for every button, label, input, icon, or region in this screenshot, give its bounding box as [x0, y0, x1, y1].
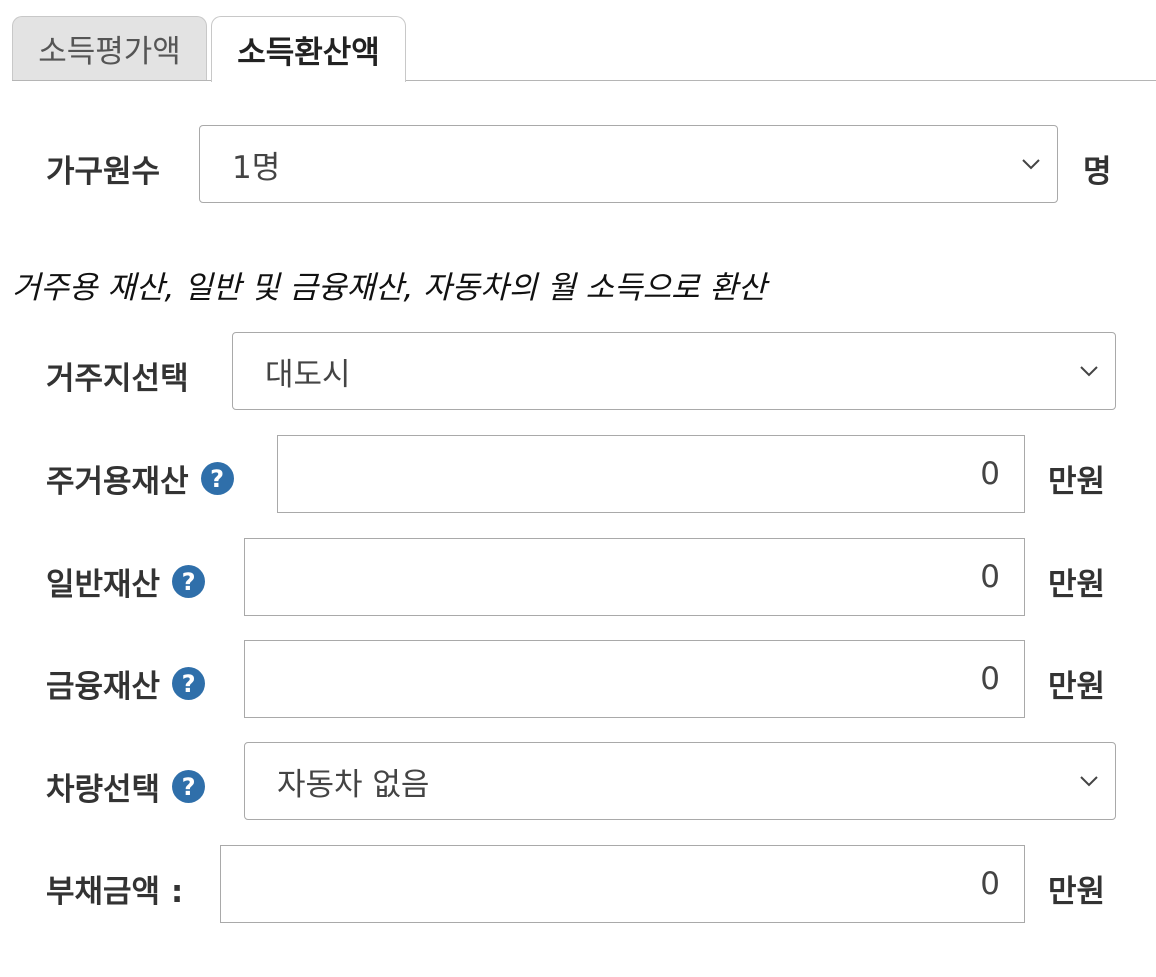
tab-income-conversion[interactable]: 소득환산액	[211, 16, 406, 82]
debt-unit: 만원	[1048, 874, 1106, 910]
vehicle-label-text: 차량선택	[46, 772, 161, 808]
chevron-down-icon	[1080, 776, 1098, 787]
financial-asset-label-text: 금융재산	[46, 669, 161, 705]
general-asset-label: 일반재산 ?	[46, 559, 206, 604]
vehicle-label: 차량선택 ?	[46, 764, 206, 809]
help-icon[interactable]: ?	[172, 565, 206, 598]
housing-asset-input[interactable]: 0	[277, 435, 1025, 513]
housing-asset-value: 0	[980, 456, 1000, 492]
general-asset-value: 0	[980, 559, 1000, 595]
general-asset-unit: 만원	[1048, 567, 1106, 603]
chevron-down-icon	[1080, 366, 1098, 377]
tab-income-evaluation[interactable]: 소득평가액	[12, 16, 207, 80]
tab-divider	[12, 80, 1156, 81]
residence-label: 거주지선택	[46, 361, 189, 397]
financial-asset-unit: 만원	[1048, 669, 1106, 705]
financial-asset-label: 금융재산 ?	[46, 661, 206, 706]
residence-select-value: 대도시	[265, 356, 351, 393]
conversion-note: 거주용 재산, 일반 및 금융재산, 자동차의 월 소득으로 환산	[12, 270, 767, 306]
housing-asset-label-text: 주거용재산	[46, 464, 189, 500]
help-icon[interactable]: ?	[172, 770, 206, 803]
housing-asset-label: 주거용재산 ?	[46, 456, 234, 501]
financial-asset-input[interactable]: 0	[244, 640, 1025, 718]
debt-label: 부채금액 :	[46, 874, 184, 910]
vehicle-select-value: 자동차 없음	[277, 766, 430, 803]
household-unit: 명	[1083, 154, 1112, 190]
chevron-down-icon	[1022, 159, 1040, 170]
vehicle-select[interactable]: 자동차 없음	[244, 742, 1116, 820]
debt-value: 0	[980, 866, 1000, 902]
housing-asset-unit: 만원	[1048, 464, 1106, 500]
general-asset-input[interactable]: 0	[244, 538, 1025, 616]
residence-select[interactable]: 대도시	[232, 332, 1116, 410]
general-asset-label-text: 일반재산	[46, 567, 161, 603]
financial-asset-value: 0	[980, 661, 1000, 697]
household-label: 가구원수	[46, 154, 161, 190]
household-select[interactable]: 1명	[199, 125, 1058, 203]
debt-input[interactable]: 0	[220, 845, 1025, 923]
help-icon[interactable]: ?	[200, 462, 234, 495]
household-select-value: 1명	[232, 149, 281, 186]
help-icon[interactable]: ?	[172, 667, 206, 700]
